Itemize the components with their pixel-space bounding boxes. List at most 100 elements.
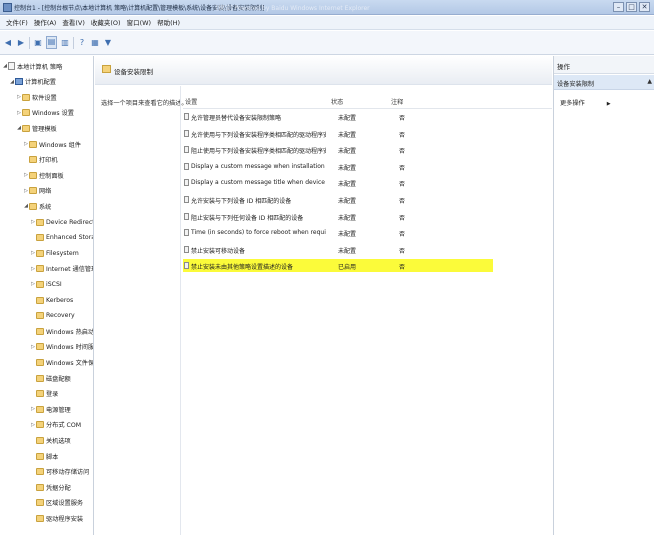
tree-item[interactable]: ▷ 分布式 COM	[30, 418, 81, 432]
tree-item-label: Filesystem	[46, 249, 79, 257]
tree-item[interactable]: ▷ iSCSI	[30, 277, 62, 291]
setting-name: 允许使用与下列设备安装程序类相匹配的驱动程序安装设备	[191, 131, 326, 139]
tree-item[interactable]: ▷ 软件设置	[16, 90, 57, 104]
tree-item[interactable]: Recovery	[30, 309, 75, 323]
back-icon[interactable]: ◀	[3, 38, 13, 48]
actions-pane: 操作 设备安装限制 ▲ 更多操作 ▶	[553, 56, 654, 535]
tree-item[interactable]: ◢ 计算机配置	[9, 75, 56, 89]
menu-file[interactable]: 文件(F)	[6, 16, 28, 29]
folder-icon	[36, 327, 44, 335]
setting-row[interactable]: 允许安装与下列设备 ID 相匹配的设备 未配置 否	[183, 193, 493, 206]
filter-icon[interactable]: ▼	[103, 38, 113, 48]
tree-item-label: iSCSI	[46, 280, 62, 288]
tree-item-label: 可移动存储访问	[46, 469, 90, 477]
tree-item-label: 计算机配置	[25, 79, 56, 87]
tree-item[interactable]: 打印机	[23, 153, 58, 167]
setting-comment: 否	[399, 264, 406, 272]
tree-item[interactable]: 脚本	[30, 449, 58, 463]
actions-section[interactable]: 设备安装限制 ▲	[554, 75, 654, 90]
folder-icon	[36, 249, 44, 257]
menu-favorites[interactable]: 收藏夹(O)	[91, 16, 121, 29]
tree-item[interactable]: 关机选项	[30, 433, 71, 447]
folder-icon	[29, 202, 37, 210]
setting-row[interactable]: 阻止使用与下列设备安装程序类相匹配的驱动程序安装设备 未配置 否	[183, 143, 493, 156]
up-folder-icon[interactable]: ▣	[33, 38, 43, 48]
folder-icon	[22, 124, 30, 132]
tree-item[interactable]: Windows 热启动	[30, 324, 93, 338]
more-actions-item[interactable]: 更多操作 ▶	[560, 98, 611, 107]
tree-item[interactable]: 驱动程序安装	[30, 511, 83, 525]
settings-pane: 选择一个项目来查看它的描述。 设置 状态 注释 允许管理员替代设备安装限制策略未…	[95, 86, 552, 535]
tree-item[interactable]: ▷ Internet 通信管理	[30, 262, 93, 276]
tree-item[interactable]: ▷ 网络	[23, 184, 51, 198]
setting-row[interactable]: 阻止安装与下列任何设备 ID 相匹配的设备 未配置 否	[183, 210, 493, 223]
setting-state: 未配置	[338, 198, 357, 205]
setting-row[interactable]: Display a custom message title when devi…	[183, 176, 493, 189]
column-header-comment[interactable]: 注释	[391, 97, 403, 106]
setting-row[interactable]: Display a custom message when installati…	[183, 160, 493, 173]
column-header-state[interactable]: 状态	[331, 97, 343, 106]
tree-item[interactable]: 凭据分配	[30, 480, 71, 494]
setting-state: 未配置	[338, 115, 357, 122]
tree-item[interactable]: ▷ Windows 组件	[23, 137, 81, 151]
submenu-arrow-icon: ▶	[606, 101, 611, 107]
tree-item[interactable]: ◢ 本地计算机 策略	[2, 59, 62, 73]
policy-setting-icon	[184, 229, 189, 237]
tree-item-label: Device Redirection	[46, 218, 94, 226]
result-pane-header: 设备安装限制	[95, 56, 552, 85]
menu-help[interactable]: 帮助(H)	[157, 16, 180, 29]
tree-item[interactable]: ▷ 控制面板	[23, 168, 64, 182]
show-tree-icon[interactable]: ▤	[46, 36, 57, 49]
tree-item-label: Kerberos	[46, 296, 74, 304]
export-list-icon[interactable]: ▥	[60, 38, 70, 48]
tree-item[interactable]: 登录	[30, 387, 58, 401]
policy-icon	[8, 62, 15, 70]
folder-icon	[29, 156, 37, 164]
setting-row[interactable]: 允许管理员替代设备安装限制策略 未配置 否	[183, 110, 493, 123]
collapse-arrow-icon[interactable]: ▲	[647, 78, 652, 85]
help-icon[interactable]: ?	[77, 38, 87, 48]
policy-setting-icon	[184, 212, 189, 220]
tree-item[interactable]: Enhanced Storage A	[30, 231, 93, 245]
tree-item[interactable]: Kerberos	[30, 293, 73, 307]
setting-row[interactable]: Time (in seconds) to force reboot when r…	[183, 226, 493, 239]
properties-icon[interactable]: ▦	[90, 38, 100, 48]
column-header-setting[interactable]: 设置	[185, 97, 197, 106]
tree-item[interactable]: ▷Device Redirection	[30, 215, 94, 229]
tree-item[interactable]: ▷ Filesystem	[30, 246, 79, 260]
tree-item[interactable]: Windows 文件保护	[30, 355, 93, 369]
tree-item[interactable]: 磁盘配额	[30, 371, 71, 385]
menu-view[interactable]: 查看(V)	[62, 16, 85, 29]
policy-setting-icon	[184, 179, 189, 187]
folder-icon	[36, 312, 44, 320]
tree-item[interactable]: ▷ 电源管理	[30, 402, 71, 416]
tree-item[interactable]: 区域设置服务	[30, 496, 83, 510]
folder-icon	[36, 358, 44, 366]
folder-icon	[29, 171, 37, 179]
computer-icon	[15, 78, 23, 86]
tree-item-label: Windows 组件	[39, 141, 81, 149]
setting-row[interactable]: 允许使用与下列设备安装程序类相匹配的驱动程序安装设备 未配置 否	[183, 127, 493, 140]
close-button[interactable]: ✕	[639, 2, 650, 12]
tree-item[interactable]: ◢ 系统	[23, 199, 51, 213]
tree-item[interactable]: ◢ 管理模板	[16, 121, 57, 135]
menu-window[interactable]: 窗口(W)	[127, 16, 152, 29]
tree-item-label: 系统	[39, 203, 52, 211]
folder-icon	[36, 468, 44, 476]
maximize-button[interactable]: □	[626, 2, 637, 12]
setting-row[interactable]: 禁止安装可移动设备 未配置 否	[183, 243, 493, 256]
pane-divider	[180, 86, 181, 535]
tree-item[interactable]: 可移动存储访问	[30, 465, 89, 479]
folder-icon	[22, 109, 30, 117]
actions-section-label: 设备安装限制	[557, 81, 595, 88]
tree-item-label: Enhanced Storage A	[46, 234, 93, 242]
forward-icon[interactable]: ▶	[16, 38, 26, 48]
setting-row[interactable]: 禁止安装未由其他策略设置描述的设备 已启用 否	[183, 259, 493, 273]
policy-setting-icon	[184, 162, 189, 170]
minimize-button[interactable]: –	[613, 2, 624, 12]
folder-icon	[36, 296, 44, 304]
tree-item[interactable]: ▷ Windows 设置	[16, 106, 74, 120]
setting-comment: 否	[399, 115, 406, 122]
tree-item[interactable]: ▷Windows 时间服务	[30, 340, 93, 354]
menu-action[interactable]: 操作(A)	[34, 16, 57, 29]
